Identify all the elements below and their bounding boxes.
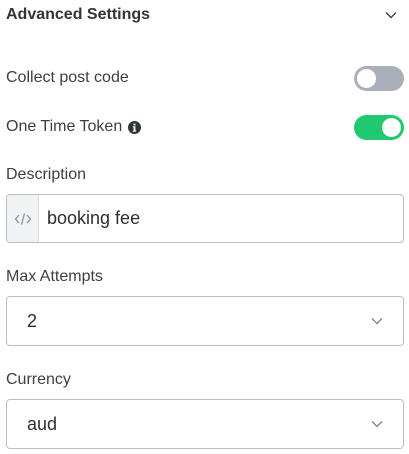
collect-post-code-toggle[interactable]: [354, 65, 404, 91]
max-attempts-select[interactable]: 2: [6, 296, 404, 346]
toggle-knob: [357, 68, 376, 88]
currency-select[interactable]: aud: [6, 399, 404, 449]
chevron-down-icon: [370, 314, 384, 328]
collect-post-code-row: Collect post code: [6, 64, 404, 92]
description-field: [6, 194, 404, 243]
collect-post-code-label: Collect post code: [6, 69, 129, 86]
one-time-token-row: One Time Token: [6, 113, 404, 141]
chevron-down-icon: [370, 417, 384, 431]
max-attempts-value: 2: [27, 310, 38, 331]
one-time-token-label-group: One Time Token: [6, 118, 142, 136]
info-circle-icon[interactable]: [128, 120, 142, 134]
code-icon: [7, 195, 39, 242]
max-attempts-label: Max Attempts: [6, 268, 103, 285]
one-time-token-toggle[interactable]: [354, 114, 404, 140]
section-title: Advanced Settings: [6, 6, 151, 23]
one-time-token-label: One Time Token: [6, 118, 123, 135]
description-label: Description: [6, 166, 87, 183]
chevron-down-icon[interactable]: [384, 8, 398, 22]
currency-label: Currency: [6, 371, 71, 388]
advanced-settings-header[interactable]: Advanced Settings: [6, 0, 398, 30]
toggle-knob: [382, 117, 401, 137]
currency-value: aud: [27, 413, 58, 434]
description-input[interactable]: [39, 195, 403, 242]
